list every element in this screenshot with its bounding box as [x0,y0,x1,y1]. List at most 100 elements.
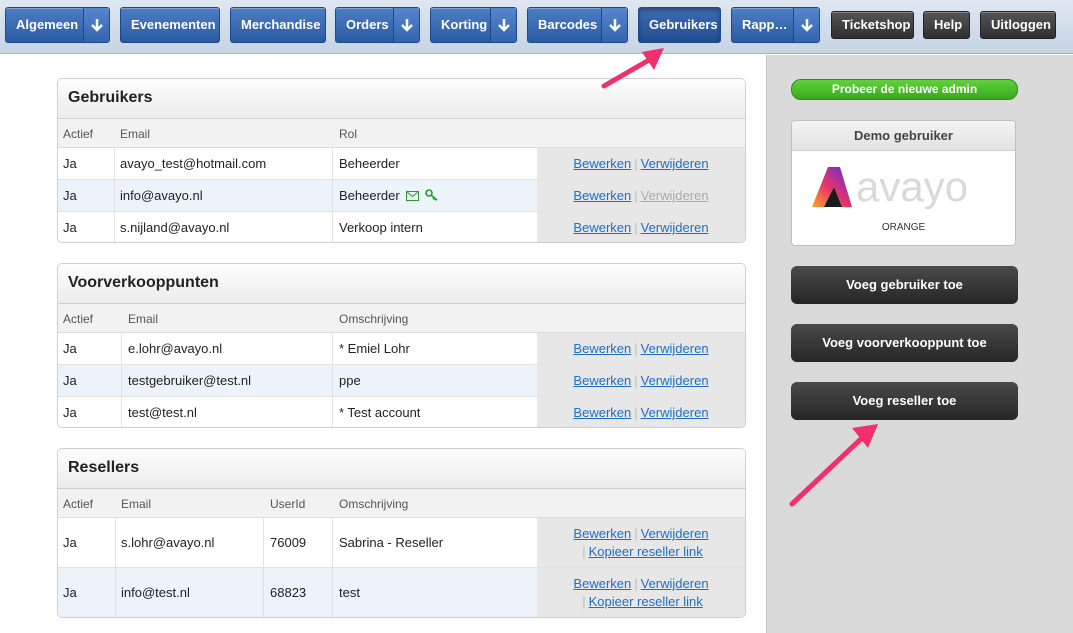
delete-link[interactable]: Verwijderen [641,526,709,541]
pos-panel: Voorverkooppunten Actief Email Omschrijv… [57,263,746,428]
nav-label: Ticketshop [842,17,911,32]
edit-link[interactable]: Bewerken [573,156,631,171]
column-divider [332,212,333,242]
delete-link[interactable]: Verwijderen [641,576,709,591]
cell-actief: Ja [63,188,77,203]
column-divider [332,333,333,364]
cell-rol: Beheerder [339,180,439,211]
table-row: Ja info@avayo.nl Beheerder Bewerken | Verw… [58,180,745,212]
cell-email: s.lohr@avayo.nl [121,535,215,550]
edit-link[interactable]: Bewerken [573,576,631,591]
delete-link[interactable]: Verwijderen [641,373,709,388]
nav-korting[interactable]: Korting [430,7,517,43]
nav-barcodes[interactable]: Barcodes [527,7,628,43]
column-header-rol: Rol [339,127,358,141]
column-divider [332,148,333,179]
separator: | [634,188,638,203]
edit-link[interactable]: Bewerken [573,220,631,235]
pos-table-header: Actief Email Omschrijving [58,304,745,333]
arrow-down-icon[interactable] [393,8,419,42]
add-user-button[interactable]: Voeg gebruiker toe [791,266,1018,304]
column-divider [332,397,333,427]
cell-rol: Verkoop intern [339,220,423,235]
table-row: Ja s.nijland@avayo.nl Verkoop intern Bew… [58,212,745,242]
nav-label: Orders [346,17,389,32]
copy-reseller-link[interactable]: Kopieer reseller link [589,594,703,609]
nav-label: Help [934,17,963,32]
cell-omschrijving: ppe [339,373,361,388]
edit-link[interactable]: Bewerken [573,341,631,356]
column-divider [114,180,115,211]
separator: | [582,544,586,559]
column-divider [115,518,116,567]
nav-algemeen[interactable]: Algemeen [5,7,110,43]
row-actions: Bewerken | Verwijderen [537,212,745,242]
column-header-omschrijving: Omschrijving [339,312,409,326]
column-header-userid: UserId [270,497,306,511]
row-actions: Bewerken | Verwijderen [537,148,745,179]
users-panel: Gebruikers Actief Email Rol Ja avayo_tes… [57,78,746,243]
nav-orders[interactable]: Orders [335,7,420,43]
column-divider [121,397,122,427]
cell-actief: Ja [63,341,77,356]
nav-uitloggen[interactable]: Uitloggen [980,11,1056,39]
copy-reseller-link[interactable]: Kopieer reseller link [589,544,703,559]
avayo-logo: avayo [812,165,968,209]
cell-actief: Ja [63,220,77,235]
table-row: Ja testgebruiker@test.nl ppe Bewerken | Ve… [58,365,745,397]
edit-link[interactable]: Bewerken [573,526,631,541]
column-divider [121,365,122,396]
nav-label: Uitloggen [991,17,1051,32]
nav-label: Algemeen [16,17,79,32]
column-divider [332,568,333,617]
cell-omschrijving: test [339,585,360,600]
column-header-actief: Actief [63,497,94,511]
separator: | [634,341,638,356]
nav-gebruikers[interactable]: Gebruikers [638,7,721,43]
column-header-actief: Actief [63,127,94,141]
pos-panel-title: Voorverkooppunten [58,264,745,304]
arrow-down-icon[interactable] [793,8,819,42]
column-divider [263,568,264,617]
column-header-actief: Actief [63,312,94,326]
edit-link[interactable]: Bewerken [573,405,631,420]
separator: | [634,373,638,388]
cell-email: info@avayo.nl [120,188,203,203]
column-header-email: Email [120,127,151,141]
demo-user-title: Demo gebruiker [792,121,1015,151]
column-divider [114,148,115,179]
delete-link[interactable]: Verwijderen [641,405,709,420]
try-new-admin-button[interactable]: Probeer de nieuwe admin [791,79,1018,100]
cell-rol: Beheerder [339,156,400,171]
cell-email: testgebruiker@test.nl [128,373,252,388]
nav-merchandise[interactable]: Merchandise [230,7,326,43]
delete-link[interactable]: Verwijderen [641,220,709,235]
edit-link[interactable]: Bewerken [573,373,631,388]
column-header-email: Email [121,497,152,511]
nav-rapportages[interactable]: Rapp… [731,7,820,43]
cell-actief: Ja [63,405,77,420]
nav-label: Evenementen [131,17,216,32]
nav-label: Barcodes [538,17,598,32]
column-header-email: Email [128,312,159,326]
nav-evenementen[interactable]: Evenementen [120,7,220,43]
cell-rol-text: Beheerder [339,188,400,203]
add-reseller-button[interactable]: Voeg reseller toe [791,382,1018,420]
delete-link[interactable]: Verwijderen [641,156,709,171]
row-actions: Bewerken | Verwijderen | Kopieer reseller l… [537,518,745,567]
nav-ticketshop[interactable]: Ticketshop [831,11,914,39]
arrow-down-icon[interactable] [490,8,516,42]
resellers-table-header: Actief Email UserId Omschrijving [58,489,745,518]
table-row: Ja e.lohr@avayo.nl * Emiel Lohr Bewerken… [58,333,745,365]
edit-link[interactable]: Bewerken [573,188,631,203]
avayo-logo-text: avayo [856,165,968,209]
add-pos-button[interactable]: Voeg voorverkooppunt toe [791,324,1018,362]
nav-help[interactable]: Help [923,11,970,39]
demo-user-card[interactable]: Demo gebruiker avayo ORANGE [791,120,1016,246]
cell-email: avayo_test@hotmail.com [120,156,267,171]
arrow-down-icon[interactable] [601,8,627,42]
delete-link[interactable]: Verwijderen [641,341,709,356]
column-divider [121,333,122,364]
arrow-down-icon[interactable] [83,8,109,42]
top-navigation-bar: Algemeen Evenementen Merchandise Orders … [0,0,1073,54]
